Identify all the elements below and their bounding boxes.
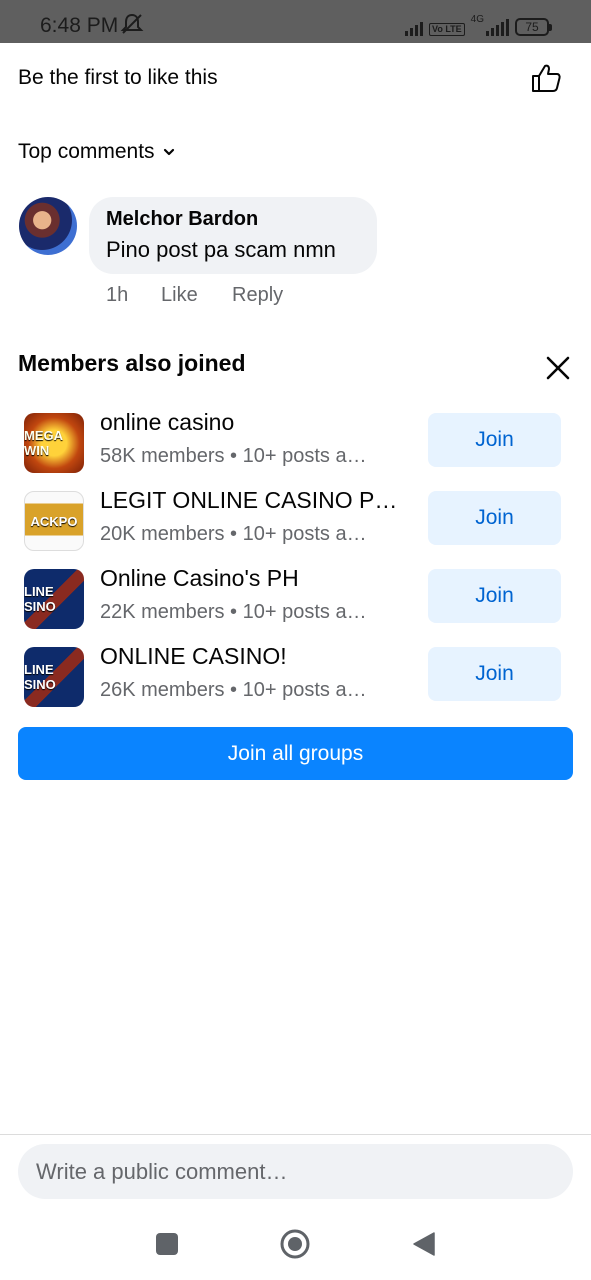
group-meta: 26K members • 10+ posts a…	[100, 679, 367, 701]
join-group-button[interactable]: Join	[428, 569, 561, 623]
wifi-signal-icon	[404, 18, 423, 36]
group-suggestion-row[interactable]: MEGA WIN online casino 58K members • 10+…	[0, 407, 591, 477]
volte-badge: Vo LTE	[428, 23, 465, 36]
mute-icon	[120, 13, 144, 34]
status-indicators: Vo LTE 4G 75	[404, 14, 552, 36]
battery-level: 75	[525, 20, 539, 34]
home-button[interactable]	[280, 1229, 310, 1259]
suggestions-title: Members also joined	[18, 350, 246, 376]
group-icon: MEGA WIN	[24, 413, 84, 473]
likes-summary: Be the first to like this	[18, 66, 218, 89]
group-meta: 20K members • 10+ posts a…	[100, 523, 367, 545]
group-name[interactable]: ONLINE CASINO!	[100, 643, 410, 670]
group-icon: LINE SINO	[24, 647, 84, 707]
group-icon: LINE SINO	[24, 569, 84, 629]
comment-bubble: Melchor Bardon Pino post pa scam nmn	[89, 197, 377, 274]
recent-apps-button[interactable]	[156, 1233, 178, 1255]
group-suggestion-row[interactable]: LINE SINO ONLINE CASINO! 26K members • 1…	[0, 641, 591, 711]
join-group-button[interactable]: Join	[428, 491, 561, 545]
cell-signal-icon	[486, 18, 509, 36]
chevron-down-icon	[163, 148, 174, 156]
join-group-button[interactable]: Join	[428, 413, 561, 467]
back-button[interactable]	[412, 1231, 436, 1257]
group-icon: ACKPO	[24, 491, 84, 551]
group-meta: 22K members • 10+ posts a…	[100, 601, 367, 623]
comment-author[interactable]: Melchor Bardon	[106, 208, 360, 231]
comment-text: Pino post pa scam nmn	[106, 237, 336, 262]
close-icon[interactable]	[545, 355, 571, 381]
battery-icon: 75	[515, 18, 552, 36]
composer-divider	[0, 1134, 591, 1135]
group-meta: 58K members • 10+ posts a…	[100, 445, 367, 467]
network-type: 4G	[470, 14, 484, 25]
comment-reply-button[interactable]: Reply	[232, 284, 283, 307]
group-name[interactable]: Online Casino's PH	[100, 565, 410, 592]
group-name[interactable]: online casino	[100, 409, 410, 436]
join-all-groups-button[interactable]: Join all groups	[18, 727, 573, 780]
comment-timestamp: 1h	[106, 284, 129, 306]
status-time: 6:48 PM	[40, 14, 119, 37]
group-name[interactable]: LEGIT ONLINE CASINO P…	[100, 487, 410, 514]
comment-actions: 1h Like Reply	[106, 284, 283, 307]
comment-sort-label: Top comments	[18, 140, 155, 163]
thumbs-up-icon[interactable]	[530, 62, 562, 94]
group-suggestion-row[interactable]: ACKPO LEGIT ONLINE CASINO P… 20K members…	[0, 485, 591, 555]
status-bar: 6:48 PM Vo LTE 4G 75	[0, 0, 591, 43]
join-group-button[interactable]: Join	[428, 647, 561, 701]
group-suggestion-row[interactable]: LINE SINO Online Casino's PH 22K members…	[0, 563, 591, 633]
comment-sort-dropdown[interactable]: Top comments	[18, 140, 175, 164]
comment-like-button[interactable]: Like	[161, 284, 232, 307]
comment-input[interactable]	[18, 1144, 573, 1199]
avatar[interactable]	[19, 197, 77, 255]
